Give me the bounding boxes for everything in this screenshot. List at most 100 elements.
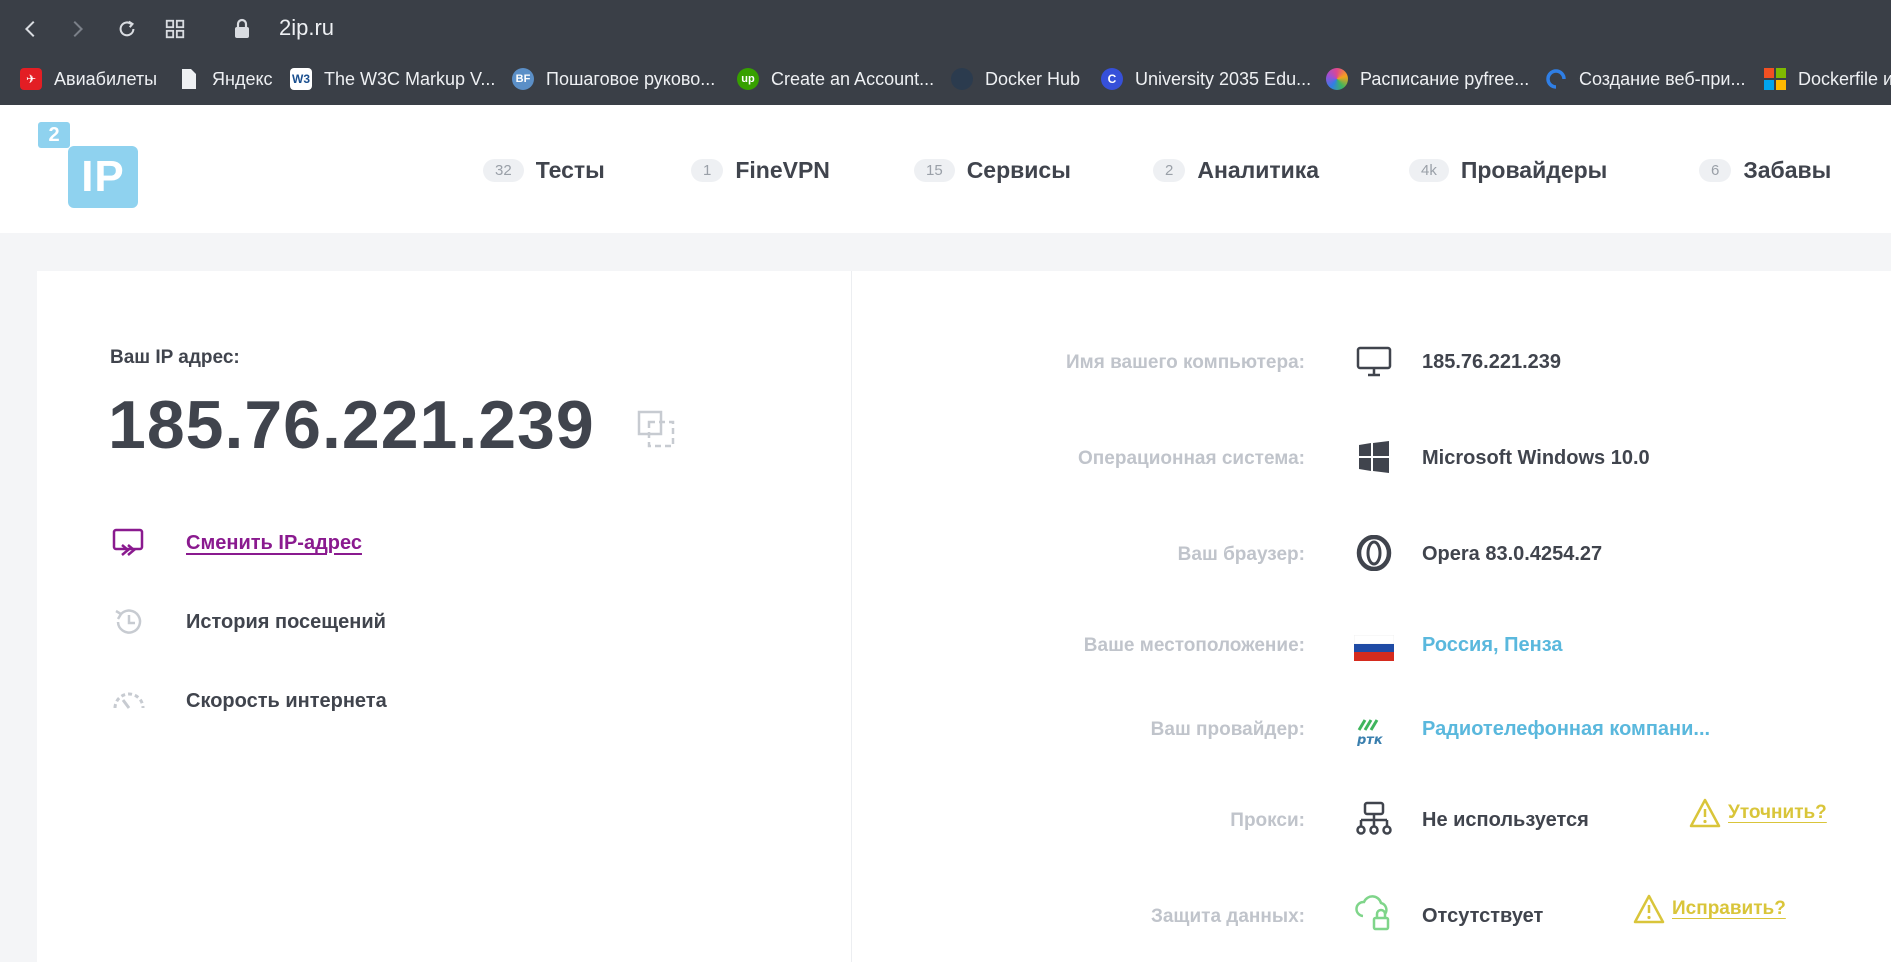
nav-count: 15 (914, 158, 955, 182)
warning-icon (1633, 894, 1665, 924)
site-logo[interactable]: 2 IP (38, 122, 138, 208)
nav-count: 2 (1153, 158, 1186, 182)
nav-count: 1 (691, 158, 724, 182)
location-link[interactable]: Россия, Пенза (1422, 634, 1563, 657)
forward-button[interactable] (62, 14, 92, 44)
back-button[interactable] (16, 14, 46, 44)
nav-label: FineVPN (735, 156, 830, 183)
proxy-clarify-link[interactable]: Уточнить? (1688, 797, 1827, 829)
network-icon (1354, 799, 1394, 839)
bookmark-label: Яндекс (212, 68, 273, 89)
row-label-computer: Имя вашего компьютера: (1066, 352, 1305, 373)
bookmark-label: University 2035 Edu... (1135, 68, 1312, 89)
row-label-location: Ваше местоположение: (1083, 635, 1305, 656)
copy-icon[interactable] (635, 408, 677, 450)
w3c-icon: W3 (290, 68, 312, 90)
nav-services[interactable]: 15 Сервисы (914, 155, 1071, 185)
ip-address: 185.76.221.239 (108, 387, 595, 463)
bookmark-label: Создание веб-при... (1579, 68, 1746, 89)
bookmark-docker[interactable]: Docker Hub (951, 66, 1080, 92)
lock-icon (235, 18, 249, 38)
nav-analytics[interactable]: 2 Аналитика (1153, 155, 1319, 185)
microsoft-icon (1764, 68, 1786, 90)
browser-chrome: 2ip.ru ✈ Авиабилеты Яндекс W3 The W3C Ma… (0, 0, 1891, 105)
logo-mark: IP (68, 146, 138, 208)
bookmark-yandex[interactable]: Яндекс (178, 66, 273, 92)
address-bar[interactable]: 2ip.ru (279, 15, 334, 41)
svg-text:ртк: ртк (1356, 733, 1384, 746)
warning-icon (1689, 798, 1721, 828)
bookmark-label: The W3C Markup V... (324, 68, 496, 89)
opera-icon (1354, 533, 1394, 573)
row-label-provider: Ваш провайдер: (1150, 719, 1305, 740)
bookmark-label: Dockerfile и (1798, 68, 1891, 89)
proxy-value: Не используется (1422, 809, 1589, 831)
bookmark-digitalocean[interactable]: Создание веб-при... (1545, 66, 1745, 92)
bookmark-label: Create an Account... (771, 68, 935, 89)
aviasales-icon: ✈ (20, 68, 42, 90)
nav-label: Аналитика (1197, 156, 1320, 183)
logo-badge: 2 (38, 122, 70, 148)
bf-icon: BF (512, 68, 534, 90)
os-value: Microsoft Windows 10.0 (1422, 447, 1650, 469)
cloud-lock-icon (1354, 892, 1394, 932)
nav-label: Тесты (535, 156, 605, 183)
protection-fix-label: Исправить? (1672, 898, 1786, 919)
speedtest-link[interactable]: Скорость интернета (186, 690, 387, 713)
pyfree-icon (1326, 68, 1348, 90)
bookmark-w3c[interactable]: W3 The W3C Markup V... (290, 66, 495, 92)
speedtest-action[interactable]: Скорость интернета (110, 682, 387, 720)
bookmark-guide[interactable]: BF Пошаговое руково... (512, 66, 715, 92)
row-label-os: Операционная система: (1078, 448, 1305, 469)
nav-providers[interactable]: 4k Провайдеры (1409, 155, 1607, 185)
nav-tests[interactable]: 32 Тесты (483, 155, 605, 185)
nav-count: 4k (1409, 158, 1449, 182)
speed-dial-button[interactable] (160, 14, 190, 44)
computer-name-value: 185.76.221.239 (1422, 351, 1562, 373)
protection-fix-link[interactable]: Исправить? (1632, 893, 1786, 925)
bookmark-label: Пошаговое руково... (546, 68, 716, 89)
bookmark-label: Авиабилеты (54, 68, 158, 89)
nav-count: 32 (483, 158, 524, 182)
nav-label: Провайдеры (1460, 156, 1608, 183)
proxy-clarify-label: Уточнить? (1728, 802, 1827, 823)
nav-finevpn[interactable]: 1 FineVPN (691, 155, 830, 185)
nav-count: 6 (1699, 158, 1732, 182)
nav-fun[interactable]: 6 Забавы (1699, 155, 1831, 185)
browser-toolbar: 2ip.ru (0, 0, 1891, 58)
bookmark-pyfree[interactable]: Расписание pyfree... (1326, 66, 1529, 92)
change-ip-link[interactable]: Сменить IP-адрес (186, 532, 362, 555)
windows-icon (1354, 437, 1394, 477)
change-ip-action[interactable]: Сменить IP-адрес (110, 524, 362, 562)
back-arrow-icon (24, 20, 35, 38)
history-icon (110, 603, 148, 641)
forward-arrow-icon (73, 20, 84, 38)
monitor-icon (1354, 342, 1394, 382)
university-icon: C (1101, 68, 1123, 90)
row-label-proxy: Прокси: (1230, 810, 1305, 831)
bookmark-dockerfile[interactable]: Dockerfile и (1764, 66, 1891, 92)
bookmark-aviasales[interactable]: ✈ Авиабилеты (20, 66, 157, 92)
provider-link[interactable]: Радиотелефонная компани... (1422, 718, 1710, 741)
history-link[interactable]: История посещений (186, 611, 386, 634)
history-action[interactable]: История посещений (110, 603, 386, 641)
protection-value: Отсутствует (1422, 905, 1544, 927)
change-ip-icon (110, 524, 148, 562)
grid-icon (165, 19, 185, 39)
bookmark-upwork[interactable]: up Create an Account... (737, 66, 934, 92)
upwork-icon: up (737, 68, 759, 90)
docker-icon (951, 68, 973, 90)
provider-logo-icon: ртк (1354, 712, 1394, 752)
bookmark-label: Расписание pyfree... (1360, 68, 1530, 89)
browser-value: Opera 83.0.4254.27 (1422, 543, 1603, 565)
bookmark-university[interactable]: C University 2035 Edu... (1101, 66, 1311, 92)
digitalocean-icon (1545, 68, 1567, 90)
page-icon (178, 68, 200, 90)
ip-label: Ваш IP адрес: (110, 347, 240, 368)
russia-flag-icon (1354, 628, 1394, 668)
bookmark-label: Docker Hub (985, 68, 1081, 89)
reload-button[interactable] (112, 14, 142, 44)
reload-icon (119, 20, 135, 37)
row-label-browser: Ваш браузер: (1177, 544, 1305, 565)
nav-label: Забавы (1743, 156, 1832, 183)
